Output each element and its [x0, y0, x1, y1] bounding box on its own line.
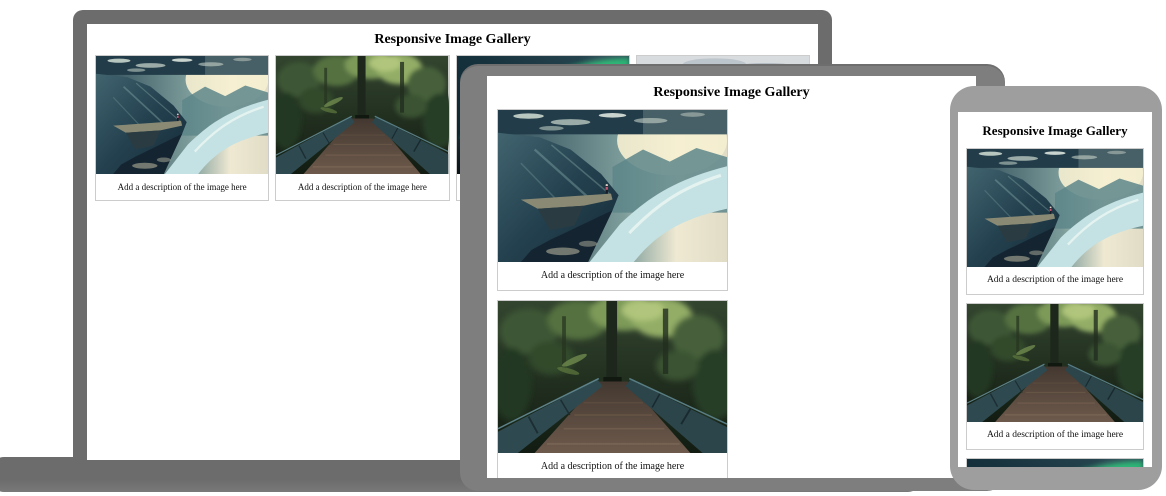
photo-forest-bridge[interactable]	[967, 304, 1143, 422]
photo-forest-bridge[interactable]	[276, 56, 448, 174]
photo-forest-bridge[interactable]	[498, 301, 727, 453]
gallery-card-forest-bridge: Add a description of the image here	[966, 303, 1144, 450]
gallery-card-forest-bridge: Add a description of the image here	[497, 300, 728, 479]
phone-mockup: Responsive Image Gallery Add a descripti…	[950, 86, 1162, 490]
tablet-mockup: Responsive Image Gallery Add a descripti…	[460, 64, 1005, 491]
tablet-screen: Responsive Image Gallery Add a descripti…	[487, 76, 976, 478]
responsive-gallery-mockup: Responsive Image Gallery Add a descripti…	[0, 0, 1166, 496]
image-caption: Add a description of the image here	[498, 453, 727, 479]
image-caption: Add a description of the image here	[276, 174, 448, 200]
gallery-card-fjord-cliff: Add a description of the image here	[497, 109, 728, 291]
image-caption: Add a description of the image here	[498, 262, 727, 290]
page-title: Responsive Image Gallery	[87, 24, 818, 55]
image-caption: Add a description of the image here	[96, 174, 268, 200]
gallery-card-forest-bridge: Add a description of the image here	[275, 55, 449, 201]
image-gallery: Add a description of the image here Add …	[958, 148, 1152, 467]
gallery-card-fjord-cliff: Add a description of the image here	[95, 55, 269, 201]
photo-fjord-cliff[interactable]	[967, 149, 1143, 267]
page-title: Responsive Image Gallery	[487, 76, 976, 109]
image-caption: Add a description of the image here	[967, 422, 1143, 449]
image-caption: Add a description of the image here	[967, 267, 1143, 294]
image-gallery: Add a description of the image here Add …	[487, 109, 976, 478]
photo-aurora-night-sky[interactable]	[967, 459, 1143, 467]
gallery-card-fjord-cliff: Add a description of the image here	[966, 148, 1144, 295]
photo-fjord-cliff[interactable]	[498, 110, 727, 262]
page-title: Responsive Image Gallery	[958, 112, 1152, 148]
phone-screen: Responsive Image Gallery Add a descripti…	[958, 112, 1152, 467]
gallery-card-aurora-night-sky: Add a description of the image here	[966, 458, 1144, 467]
photo-fjord-cliff[interactable]	[96, 56, 268, 174]
